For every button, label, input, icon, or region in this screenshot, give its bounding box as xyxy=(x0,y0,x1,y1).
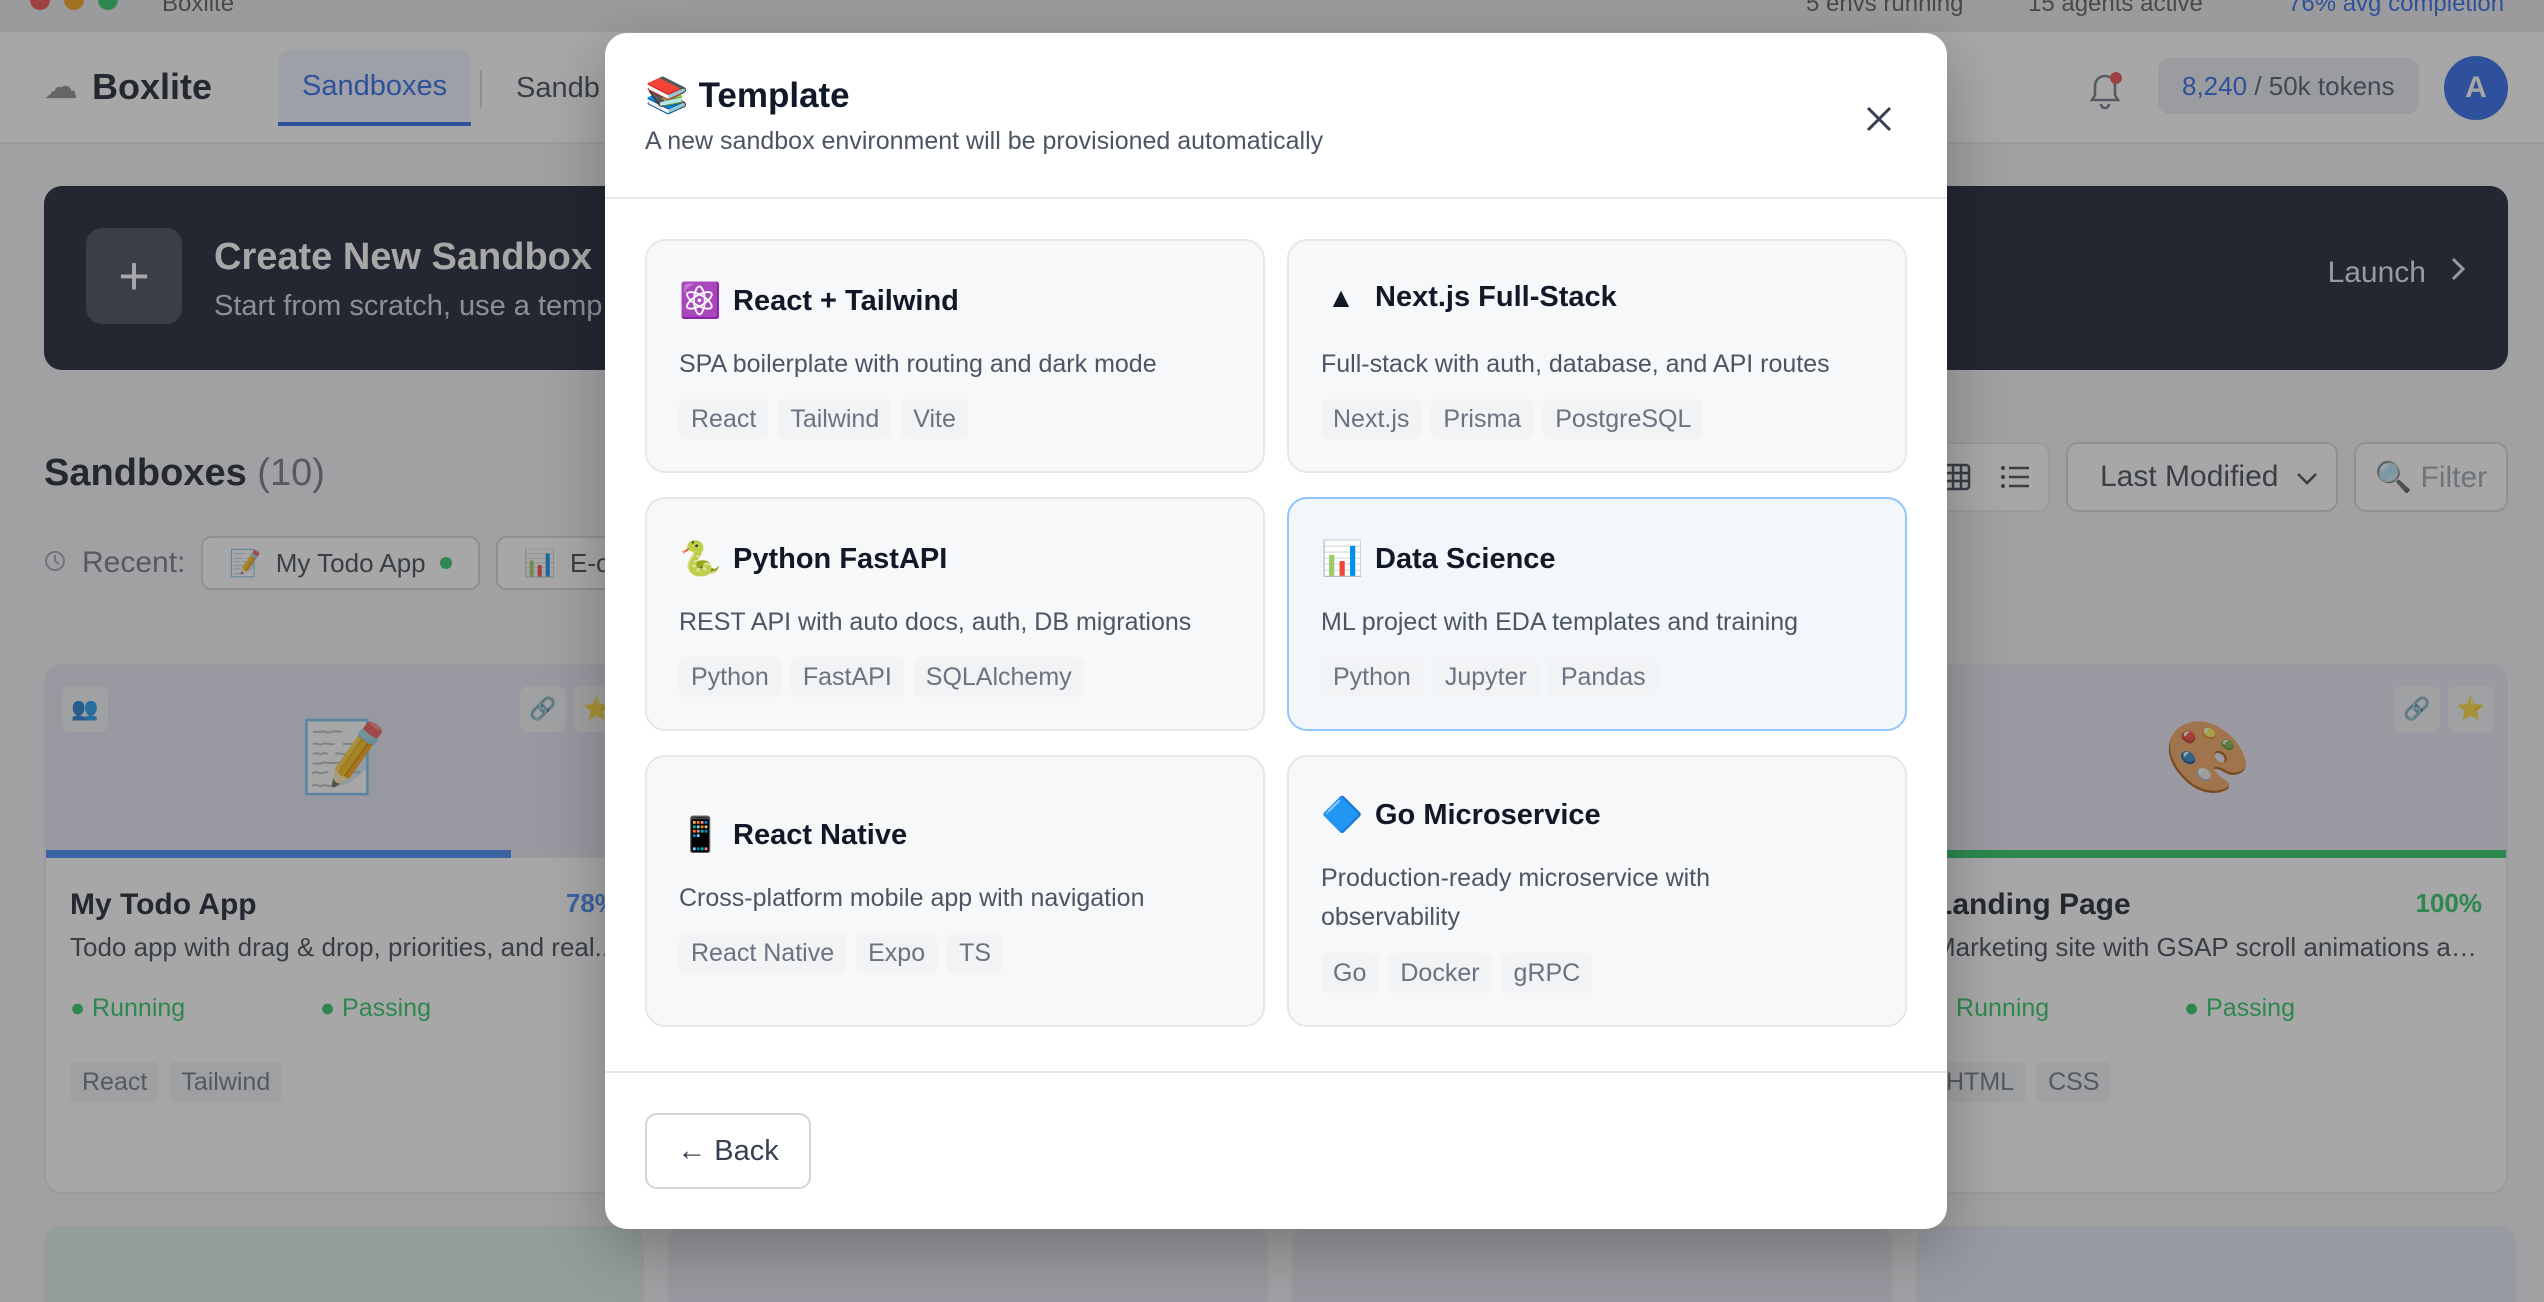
tag: SQLAlchemy xyxy=(913,657,1084,697)
tag: Docker xyxy=(1388,953,1492,993)
back-button[interactable]: ← Back xyxy=(645,1113,811,1189)
tag: React xyxy=(679,399,769,439)
template-header: 📊 Data Science xyxy=(1321,539,1556,579)
bar-chart-icon: 📊 xyxy=(1321,540,1364,578)
tag: React Native xyxy=(679,933,847,973)
blue-diamond-icon: 🔷 xyxy=(1321,796,1364,834)
template-header: 📱 React Native xyxy=(679,815,907,855)
tag: gRPC xyxy=(1501,953,1593,993)
template-description: SPA boilerplate with routing and dark mo… xyxy=(679,350,1157,378)
template-header: 🔷 Go Microservice xyxy=(1321,795,1601,835)
template-grid: ⚛️ React + Tailwind SPA boilerplate with… xyxy=(645,239,1907,1065)
tag: PostgreSQL xyxy=(1543,399,1704,439)
template-header: 🐍 Python FastAPI xyxy=(679,539,947,579)
atom-icon: ⚛️ xyxy=(679,282,722,320)
triangle-icon: ▲ xyxy=(1327,281,1355,313)
template-description: REST API with auto docs, auth, DB migrat… xyxy=(679,608,1192,636)
template-card-go-microservice[interactable]: 🔷 Go Microservice Production-ready micro… xyxy=(1287,755,1907,1027)
template-card-react-tailwind[interactable]: ⚛️ React + Tailwind SPA boilerplate with… xyxy=(645,239,1265,473)
template-card-nextjs[interactable]: ▲ Next.js Full-Stack Full-stack with aut… xyxy=(1287,239,1907,473)
modal-footer: ← Back xyxy=(605,1071,1947,1229)
template-tags: Next.js Prisma PostgreSQL xyxy=(1321,399,1704,439)
template-description: ML project with EDA templates and traini… xyxy=(1321,608,1799,636)
template-modal: 📚 Template A new sandbox environment wil… xyxy=(605,33,1947,1229)
template-description: Full-stack with auth, database, and API … xyxy=(1321,350,1830,378)
template-description: Production-ready microservice with obser… xyxy=(1321,864,1711,931)
snake-icon: 🐍 xyxy=(679,540,722,578)
tag: Go xyxy=(1321,953,1379,993)
template-tags: React Tailwind Vite xyxy=(679,399,968,439)
close-icon[interactable] xyxy=(1861,101,1897,137)
mobile-phone-icon: 📱 xyxy=(679,816,722,854)
template-name: Go Microservice xyxy=(1375,798,1601,831)
modal-title: 📚 Template xyxy=(645,75,850,116)
modal-header: 📚 Template A new sandbox environment wil… xyxy=(605,33,1947,199)
template-name: Python FastAPI xyxy=(733,542,948,575)
template-card-react-native[interactable]: 📱 React Native Cross-platform mobile app… xyxy=(645,755,1265,1027)
books-icon: 📚 xyxy=(645,76,689,115)
template-name: React Native xyxy=(733,818,908,851)
template-tags: Python Jupyter Pandas xyxy=(1321,657,1658,697)
tag: Python xyxy=(1321,657,1423,697)
template-name: Data Science xyxy=(1375,542,1556,575)
tag: Prisma xyxy=(1431,399,1534,439)
tag: Vite xyxy=(901,399,968,439)
template-description: Cross-platform mobile app with navigatio… xyxy=(679,884,1145,912)
tag: Next.js xyxy=(1321,399,1422,439)
modal-subtitle: A new sandbox environment will be provis… xyxy=(645,127,1324,155)
tag: Python xyxy=(679,657,781,697)
template-header: ⚛️ React + Tailwind xyxy=(679,281,959,321)
tag: Expo xyxy=(856,933,938,973)
tag: FastAPI xyxy=(790,657,904,697)
tag: Tailwind xyxy=(778,399,892,439)
template-card-python-fastapi[interactable]: 🐍 Python FastAPI REST API with auto docs… xyxy=(645,497,1265,731)
template-tags: Python FastAPI SQLAlchemy xyxy=(679,657,1084,697)
template-name: React + Tailwind xyxy=(733,284,959,317)
tag: Pandas xyxy=(1548,657,1658,697)
template-tags: React Native Expo TS xyxy=(679,933,1004,973)
template-card-data-science[interactable]: 📊 Data Science ML project with EDA templ… xyxy=(1287,497,1907,731)
template-name: Next.js Full-Stack xyxy=(1375,281,1617,313)
tag: TS xyxy=(947,933,1004,973)
tag: Jupyter xyxy=(1432,657,1539,697)
template-tags: Go Docker gRPC xyxy=(1321,953,1593,993)
modal-title-text: Template xyxy=(698,75,850,115)
template-header: ▲ Next.js Full-Stack xyxy=(1321,281,1617,314)
